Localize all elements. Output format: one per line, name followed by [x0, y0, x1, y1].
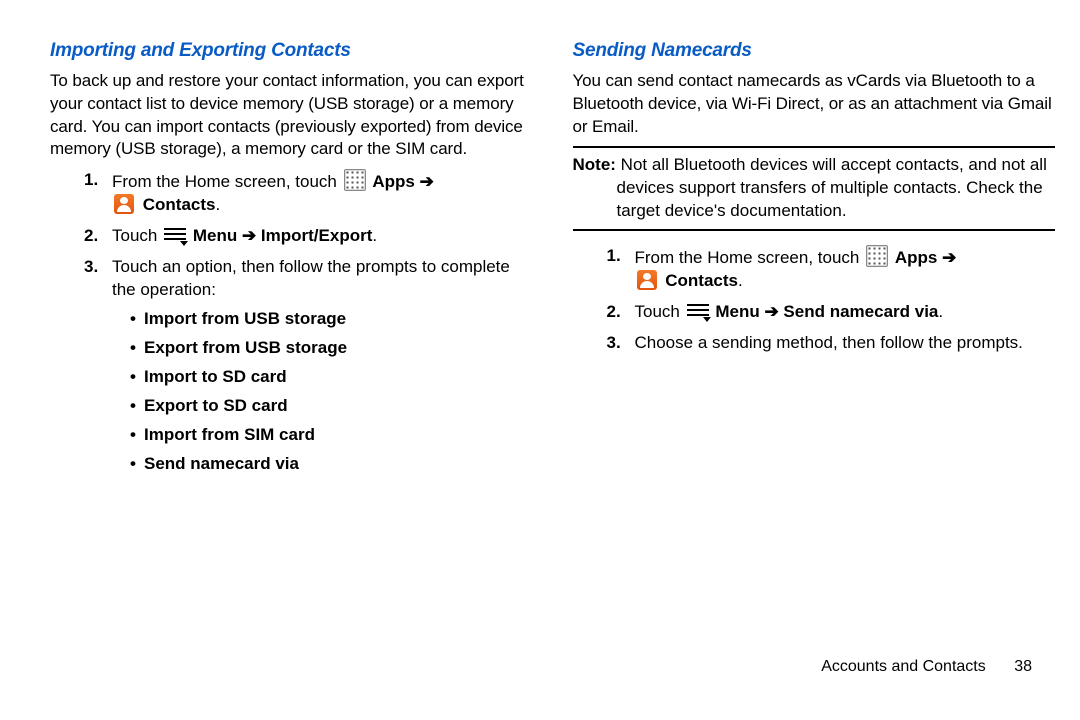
- left-step-2: Touch Menu ➔ Import/Export.: [112, 225, 533, 248]
- menu-icon: [164, 227, 186, 243]
- opt-send-namecard: Send namecard via: [144, 453, 533, 476]
- opt-export-usb: Export from USB storage: [144, 337, 533, 360]
- menu-label: Menu: [193, 226, 242, 245]
- apps-icon: [344, 169, 366, 191]
- left-steps: From the Home screen, touch Apps ➔ Conta…: [50, 169, 533, 475]
- note-block: Note: Not all Bluetooth devices will acc…: [573, 146, 1056, 231]
- contacts-icon: [637, 270, 657, 290]
- apps-label: Apps: [372, 172, 415, 191]
- contacts-label: Contacts: [665, 271, 738, 290]
- right-step-2: Touch Menu ➔ Send namecard via.: [635, 301, 1056, 324]
- text: Touch an option, then follow the prompts…: [112, 257, 510, 299]
- left-step-1: From the Home screen, touch Apps ➔ Conta…: [112, 169, 533, 217]
- apps-label: Apps: [895, 248, 938, 267]
- period: .: [215, 195, 220, 214]
- opt-import-sim: Import from SIM card: [144, 424, 533, 447]
- right-title: Sending Namecards: [573, 38, 1056, 64]
- footer-section: Accounts and Contacts: [821, 658, 986, 675]
- opt-export-sd: Export to SD card: [144, 395, 533, 418]
- left-step-3: Touch an option, then follow the prompts…: [112, 256, 533, 476]
- arrow-icon: ➔: [764, 302, 778, 321]
- text: Touch: [112, 226, 162, 245]
- page-footer: Accounts and Contacts 38: [821, 656, 1032, 678]
- text: From the Home screen, touch: [635, 248, 865, 267]
- options-list: Import from USB storage Export from USB …: [112, 308, 533, 476]
- left-title: Importing and Exporting Contacts: [50, 38, 533, 64]
- arrow-icon: ➔: [420, 172, 434, 191]
- left-intro: To back up and restore your contact info…: [50, 70, 533, 162]
- right-step-3: Choose a sending method, then follow the…: [635, 332, 1056, 355]
- contacts-icon: [114, 194, 134, 214]
- right-steps: From the Home screen, touch Apps ➔ Conta…: [573, 245, 1056, 355]
- right-step-1: From the Home screen, touch Apps ➔ Conta…: [635, 245, 1056, 293]
- period: .: [738, 271, 743, 290]
- right-intro: You can send contact namecards as vCards…: [573, 70, 1056, 139]
- menu-icon: [687, 303, 709, 319]
- opt-import-usb: Import from USB storage: [144, 308, 533, 331]
- left-column: Importing and Exporting Contacts To back…: [50, 38, 533, 484]
- import-export-label: Import/Export: [261, 226, 372, 245]
- note-label: Note:: [573, 155, 616, 174]
- text: Choose a sending method, then follow the…: [635, 333, 1023, 352]
- arrow-icon: ➔: [242, 226, 256, 245]
- right-column: Sending Namecards You can send contact n…: [573, 38, 1056, 484]
- send-namecard-label: Send namecard via: [783, 302, 938, 321]
- period: .: [938, 302, 943, 321]
- apps-icon: [866, 245, 888, 267]
- contacts-label: Contacts: [143, 195, 216, 214]
- text: From the Home screen, touch: [112, 172, 342, 191]
- menu-label: Menu: [715, 302, 764, 321]
- period: .: [372, 226, 377, 245]
- arrow-icon: ➔: [942, 248, 956, 267]
- text: Touch: [635, 302, 685, 321]
- page-number: 38: [1014, 658, 1032, 675]
- note-text: Not all Bluetooth devices will accept co…: [616, 155, 1047, 220]
- opt-import-sd: Import to SD card: [144, 366, 533, 389]
